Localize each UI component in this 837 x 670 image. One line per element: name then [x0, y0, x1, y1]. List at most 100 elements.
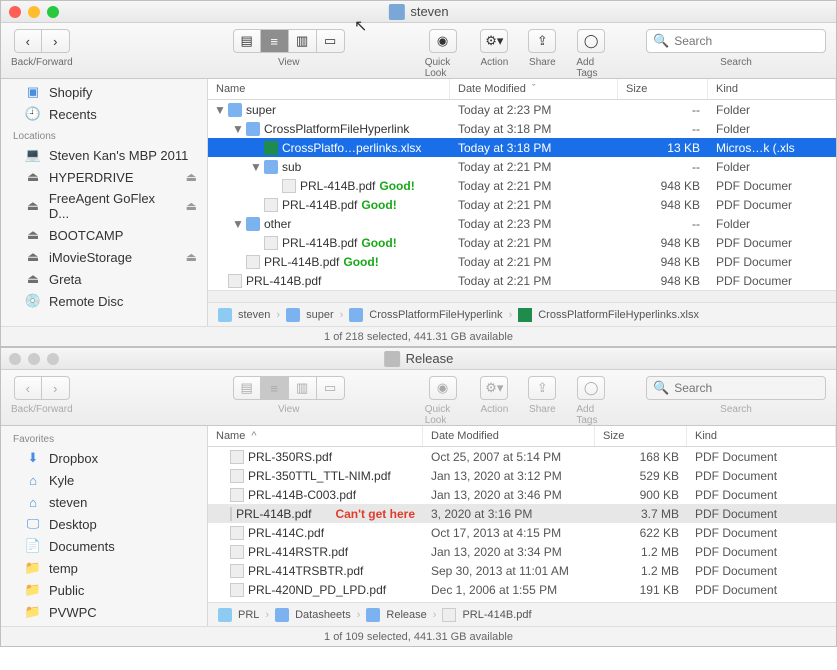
file-row[interactable]: PRL-414B.pdf Good! Today at 2:21 PM 948 … — [208, 195, 836, 214]
view-list-button[interactable]: ≡ — [261, 29, 289, 53]
file-row[interactable]: PRL-350RS.pdf Oct 25, 2007 at 5:14 PM 16… — [208, 447, 836, 466]
sidebar-item[interactable]: ⏏FreeAgent GoFlex D...⏏ — [1, 188, 207, 224]
back-button[interactable]: ‹ — [14, 29, 42, 53]
file-row[interactable]: PRL-414B-C003.pdf Jan 13, 2020 at 3:46 P… — [208, 485, 836, 504]
file-row[interactable]: PRL-414B.pdf Good! Today at 2:21 PM 948 … — [208, 233, 836, 252]
sidebar-item[interactable]: 💿Remote Disc — [1, 290, 207, 312]
eject-icon[interactable]: ⏏ — [186, 170, 197, 184]
disclosure-triangle-icon[interactable]: ▼ — [250, 160, 260, 174]
path-bar[interactable]: steven›super›CrossPlatformFileHyperlink›… — [208, 302, 836, 326]
file-row[interactable]: ▼ sub Today at 2:21 PM -- Folder — [208, 157, 836, 176]
action-button[interactable]: ⚙︎▾ — [480, 29, 508, 53]
header-kind[interactable]: Kind — [708, 79, 836, 99]
sidebar-item[interactable]: ⌂Kyle — [1, 469, 207, 491]
sidebar-item[interactable]: ⏏Greta — [1, 268, 207, 290]
view-icon-button[interactable]: ▤ — [233, 376, 261, 400]
share-button[interactable]: ⇪ — [528, 29, 556, 53]
view-column-button[interactable]: ▥ — [289, 376, 317, 400]
file-name: PRL-414B.pdf — [236, 507, 311, 521]
sidebar-item[interactable]: ⏏BOOTCAMP — [1, 224, 207, 246]
view-gallery-button[interactable]: ▭ — [317, 29, 345, 53]
file-row[interactable]: PRL-414B.pdf Good! Today at 2:21 PM 948 … — [208, 252, 836, 271]
disclosure-triangle-icon[interactable]: ▼ — [214, 103, 224, 117]
disclosure-triangle-icon[interactable]: ▼ — [232, 217, 242, 231]
view-icon-button[interactable]: ▤ — [233, 29, 261, 53]
minimize-window-button[interactable] — [28, 353, 40, 365]
file-row[interactable]: PRL-414B.pdf Today at 2:21 PM 948 KB PDF… — [208, 271, 836, 290]
header-size[interactable]: Size — [618, 79, 708, 99]
path-segment[interactable]: CrossPlatformFileHyperlinks.xlsx — [538, 309, 699, 321]
header-size[interactable]: Size — [595, 426, 687, 446]
back-button[interactable]: ‹ — [14, 376, 42, 400]
path-segment[interactable]: Release — [386, 609, 426, 621]
sidebar-item[interactable]: 📄Documents — [1, 535, 207, 557]
horizontal-scrollbar[interactable] — [208, 290, 836, 302]
file-name: PRL-420ND_PD_LPD.pdf — [248, 583, 386, 597]
forward-button[interactable]: › — [42, 29, 70, 53]
header-kind[interactable]: Kind — [687, 426, 836, 446]
file-list[interactable]: ▼ super Today at 2:23 PM -- Folder ▼ Cro… — [208, 100, 836, 290]
sidebar-item[interactable]: 📁PVWPC — [1, 601, 207, 623]
sidebar-item[interactable]: 📁temp — [1, 557, 207, 579]
back-forward-label: Back/Forward — [11, 57, 73, 68]
folder-icon — [275, 608, 289, 622]
path-segment[interactable]: PRL-414B.pdf — [462, 609, 531, 621]
header-date[interactable]: Date Modified — [423, 426, 595, 446]
annotation-bad: Can't get here — [335, 507, 415, 521]
file-row[interactable]: PRL-350TTL_TTL-NIM.pdf Jan 13, 2020 at 3… — [208, 466, 836, 485]
path-segment[interactable]: CrossPlatformFileHyperlink — [369, 309, 502, 321]
search-field[interactable]: 🔍 — [646, 29, 826, 53]
sidebar-item[interactable]: ⬇Dropbox — [1, 447, 207, 469]
share-button[interactable]: ⇪ — [528, 376, 556, 400]
zoom-window-button[interactable] — [47, 6, 59, 18]
minimize-window-button[interactable] — [28, 6, 40, 18]
file-row[interactable]: PRL-414B.pdf Can't get here 3, 2020 at 3… — [208, 504, 836, 523]
sidebar-item[interactable]: 🕘Recents — [1, 103, 207, 125]
addtags-button[interactable]: ◯ — [577, 29, 605, 53]
sidebar-item[interactable]: ⌂steven — [1, 491, 207, 513]
file-row[interactable]: CrossPlatfo…perlinks.xlsx Today at 3:18 … — [208, 138, 836, 157]
file-row[interactable]: PRL-414B.pdf Good! Today at 2:21 PM 948 … — [208, 176, 836, 195]
search-input[interactable] — [674, 34, 829, 48]
quicklook-button[interactable]: ◉ — [429, 376, 457, 400]
eject-icon[interactable]: ⏏ — [186, 250, 197, 264]
sidebar-item[interactable]: ▣Shopify — [1, 81, 207, 103]
file-row[interactable]: PRL-414C.pdf Oct 17, 2013 at 4:15 PM 622… — [208, 523, 836, 542]
status-bar: 1 of 218 selected, 441.31 GB available — [1, 326, 836, 346]
file-row[interactable]: ▼ super Today at 2:23 PM -- Folder — [208, 100, 836, 119]
search-field[interactable]: 🔍 — [646, 376, 826, 400]
path-segment[interactable]: steven — [238, 309, 270, 321]
view-list-button[interactable]: ≡ — [261, 376, 289, 400]
file-list[interactable]: PRL-350RS.pdf Oct 25, 2007 at 5:14 PM 16… — [208, 447, 836, 602]
header-name[interactable]: Name — [208, 79, 450, 99]
file-row[interactable]: PRL-420ND_PD_LPD.pdf Dec 1, 2006 at 1:55… — [208, 580, 836, 599]
eject-icon[interactable]: ⏏ — [186, 199, 197, 213]
file-row[interactable]: PRL-414RSTR.pdf Jan 13, 2020 at 3:34 PM … — [208, 542, 836, 561]
close-window-button[interactable] — [9, 353, 21, 365]
sidebar-item[interactable]: 💻Steven Kan's MBP 2011 — [1, 144, 207, 166]
file-row[interactable]: PRL-414TRSBTR.pdf Sep 30, 2013 at 11:01 … — [208, 561, 836, 580]
path-bar[interactable]: PRL›Datasheets›Release›PRL-414B.pdf — [208, 602, 836, 626]
path-segment[interactable]: super — [306, 309, 334, 321]
file-row[interactable]: ▼ other Today at 2:23 PM -- Folder — [208, 214, 836, 233]
sidebar-item[interactable]: 📁Public — [1, 579, 207, 601]
sidebar-item[interactable]: 🖵Desktop — [1, 513, 207, 535]
disk-icon — [218, 308, 232, 322]
forward-button[interactable]: › — [42, 376, 70, 400]
view-column-button[interactable]: ▥ — [289, 29, 317, 53]
zoom-window-button[interactable] — [47, 353, 59, 365]
header-name[interactable]: Name^ — [208, 426, 423, 446]
path-segment[interactable]: Datasheets — [295, 609, 351, 621]
header-date[interactable]: Date Modifiedˇ — [450, 79, 618, 99]
sidebar-item[interactable]: ⏏HYPERDRIVE⏏ — [1, 166, 207, 188]
search-input[interactable] — [674, 381, 829, 395]
sidebar-item[interactable]: ⏏iMovieStorage⏏ — [1, 246, 207, 268]
view-gallery-button[interactable]: ▭ — [317, 376, 345, 400]
close-window-button[interactable] — [9, 6, 21, 18]
path-segment[interactable]: PRL — [238, 609, 259, 621]
file-row[interactable]: ▼ CrossPlatformFileHyperlink Today at 3:… — [208, 119, 836, 138]
action-button[interactable]: ⚙︎▾ — [480, 376, 508, 400]
quicklook-button[interactable]: ◉ — [429, 29, 457, 53]
disclosure-triangle-icon[interactable]: ▼ — [232, 122, 242, 136]
addtags-button[interactable]: ◯ — [577, 376, 605, 400]
